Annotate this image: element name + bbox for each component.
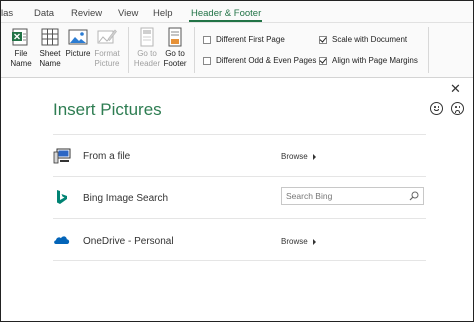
row-divider xyxy=(53,176,426,177)
row-divider xyxy=(53,260,426,261)
sheet-name-label-2: Name xyxy=(39,58,61,68)
frown-icon[interactable] xyxy=(451,102,464,115)
format-picture-label-2: Picture xyxy=(94,58,120,68)
tabs-divider xyxy=(1,22,473,23)
search-input[interactable] xyxy=(282,188,404,204)
different-first-page-checkbox[interactable]: Different First Page xyxy=(203,35,285,44)
different-odd-even-label: Different Odd & Even Pages xyxy=(216,56,317,65)
go-to-header-label-1: Go to xyxy=(137,49,157,58)
bing-image-search-label: Bing Image Search xyxy=(83,193,169,204)
bing-icon xyxy=(57,190,67,204)
align-with-margins-label: Align with Page Margins xyxy=(332,56,418,65)
tab-view[interactable]: View xyxy=(118,8,138,19)
go-to-footer-button[interactable]: Go to Footer xyxy=(161,27,189,68)
chevron-right-icon xyxy=(312,238,316,245)
onedrive-browse-link[interactable]: Browse xyxy=(281,237,316,246)
scale-with-document-label: Scale with Document xyxy=(332,35,408,44)
sheet-name-icon xyxy=(41,28,59,46)
smile-icon[interactable] xyxy=(430,102,443,115)
go-to-footer-label-1: Go to xyxy=(165,49,185,58)
tab-formulas[interactable]: las xyxy=(1,8,13,19)
file-name-label-1: File xyxy=(14,49,28,58)
group-separator xyxy=(428,27,429,73)
different-first-page-label: Different First Page xyxy=(216,35,285,44)
dialog-title: Insert Pictures xyxy=(53,100,162,119)
browse-label: Browse xyxy=(281,152,308,161)
tab-data[interactable]: Data xyxy=(34,8,54,19)
file-name-button[interactable]: File Name xyxy=(7,27,35,68)
picture-icon xyxy=(68,29,88,45)
picture-label: Picture xyxy=(65,49,91,58)
row-divider xyxy=(53,134,426,135)
scale-with-document-checkbox[interactable]: Scale with Document xyxy=(319,35,407,44)
checkbox-box[interactable] xyxy=(203,56,211,65)
group-separator xyxy=(128,27,129,73)
checkbox-box[interactable] xyxy=(203,35,211,44)
checkbox-box-checked[interactable] xyxy=(319,35,327,44)
picture-button[interactable]: Picture xyxy=(64,27,92,59)
tab-help[interactable]: Help xyxy=(153,8,173,19)
go-to-header-label-2: Header xyxy=(133,58,161,68)
from-file-browse-link[interactable]: Browse xyxy=(281,152,316,161)
bing-search-box[interactable] xyxy=(281,187,424,205)
browse-label: Browse xyxy=(281,237,308,246)
sheet-name-button[interactable]: Sheet Name xyxy=(37,27,63,68)
go-to-header-button[interactable]: Go to Header xyxy=(132,27,162,68)
format-picture-icon xyxy=(97,29,117,44)
go-to-header-icon xyxy=(140,27,154,47)
ribbon: las Data Review View Help Header & Foote… xyxy=(1,1,473,78)
row-divider xyxy=(53,218,426,219)
onedrive-personal-label: OneDrive - Personal xyxy=(83,236,174,247)
align-with-margins-checkbox[interactable]: Align with Page Margins xyxy=(319,56,418,65)
file-name-icon xyxy=(12,28,28,46)
close-icon[interactable]: ✕ xyxy=(450,81,461,97)
ribbon-tabs: las Data Review View Help Header & Foote… xyxy=(1,1,473,22)
insert-pictures-dialog: ✕ Insert Pictures From a file Browse Bin… xyxy=(1,78,473,321)
sheet-name-label-1: Sheet xyxy=(39,49,61,58)
format-picture-button[interactable]: Format Picture xyxy=(92,27,122,68)
search-icon[interactable] xyxy=(409,191,419,201)
go-to-footer-icon xyxy=(168,27,182,47)
format-picture-label-1: Format xyxy=(94,49,120,58)
different-odd-even-checkbox[interactable]: Different Odd & Even Pages xyxy=(203,56,316,65)
tab-review[interactable]: Review xyxy=(71,8,102,19)
group-separator xyxy=(194,27,195,73)
checkbox-box-checked[interactable] xyxy=(319,56,327,65)
file-name-label-2: Name xyxy=(10,58,32,68)
go-to-footer-label-2: Footer xyxy=(163,58,187,68)
from-a-file-label: From a file xyxy=(83,151,131,162)
chevron-right-icon xyxy=(312,153,316,160)
onedrive-icon xyxy=(54,236,70,244)
computer-icon xyxy=(53,148,71,164)
tab-header-footer[interactable]: Header & Footer xyxy=(191,8,261,19)
